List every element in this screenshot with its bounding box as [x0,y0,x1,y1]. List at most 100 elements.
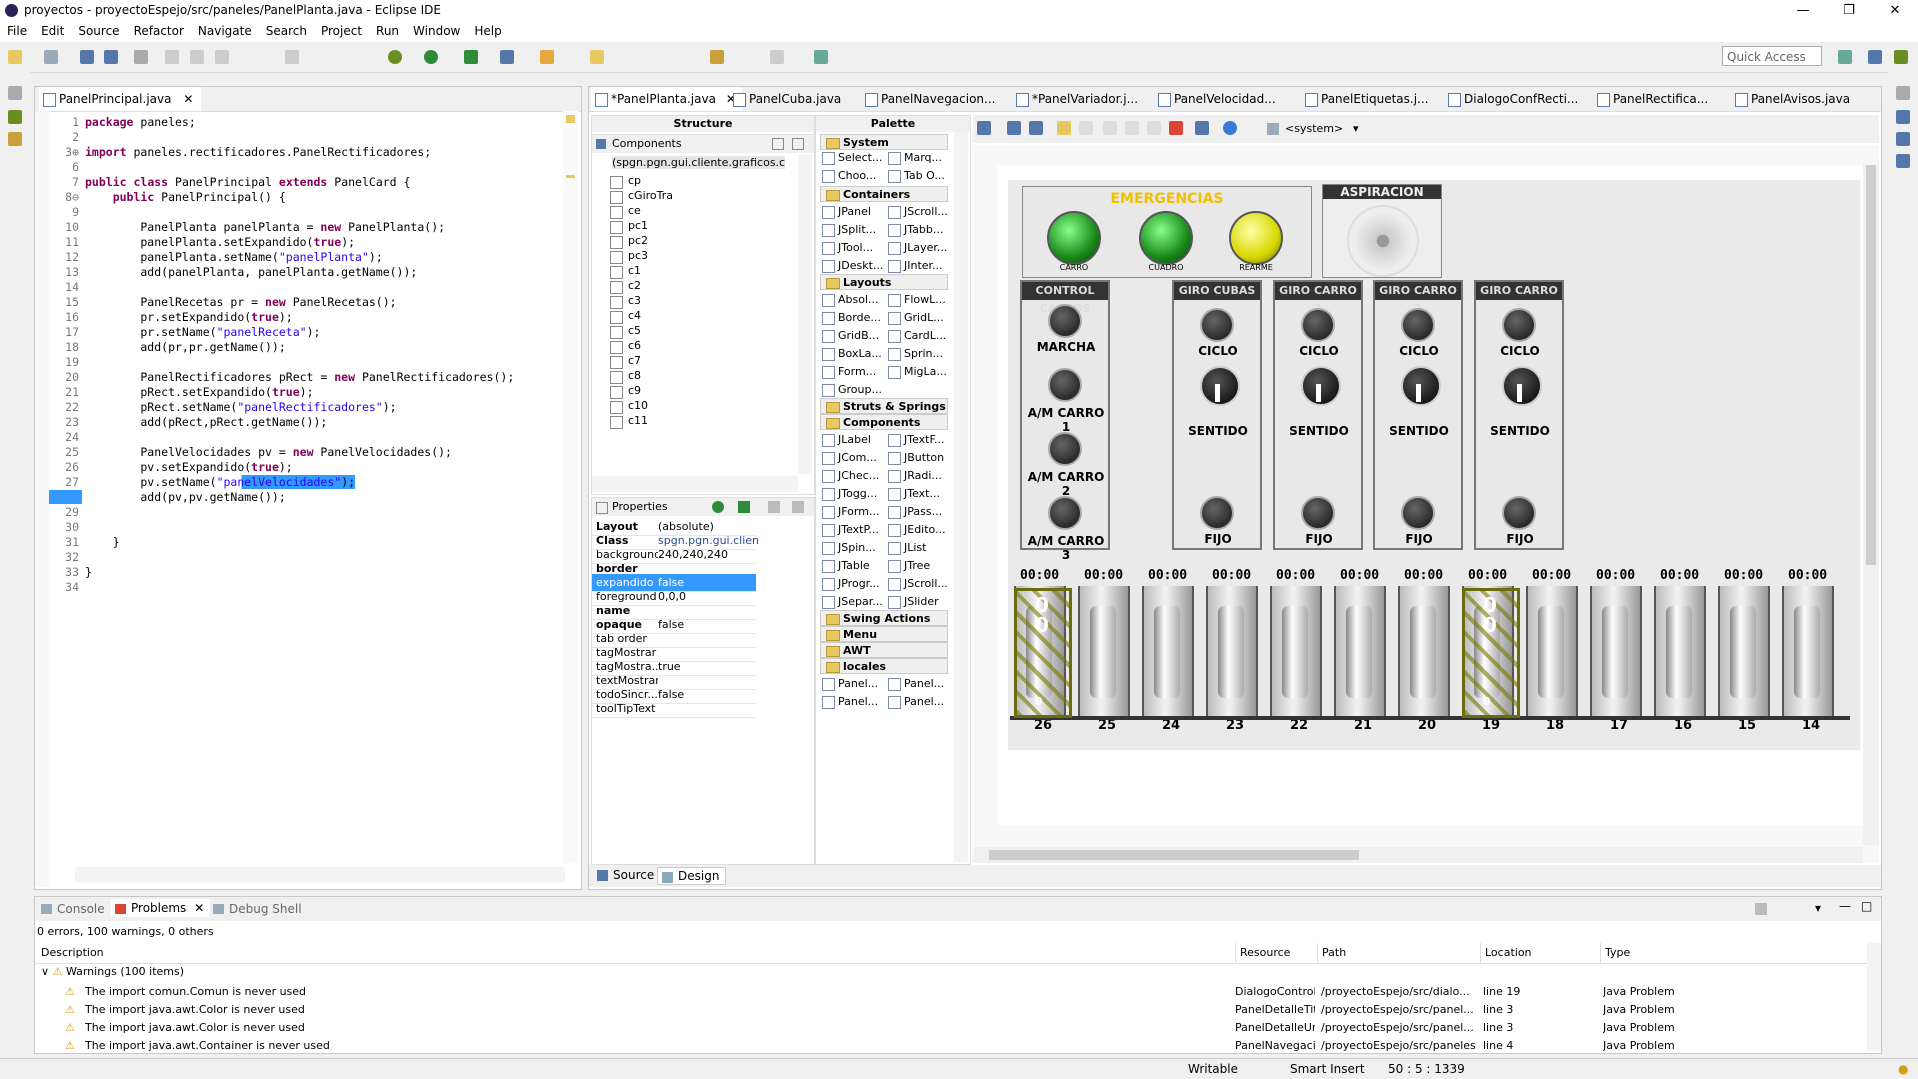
cuba-cell[interactable] [1718,586,1770,720]
menu-file[interactable]: File [0,22,34,40]
tab-panelvelocidad[interactable]: PanelVelocidad... [1154,87,1276,111]
menu-window[interactable]: Window [406,22,467,40]
code-line[interactable]: package paneles; [85,115,196,129]
copy-icon[interactable] [1125,121,1139,135]
open-perspective-icon[interactable] [1838,50,1852,64]
expressions-icon[interactable] [1896,154,1910,168]
menu-project[interactable]: Project [314,22,369,40]
run-icon[interactable] [424,50,438,64]
save-all-icon[interactable] [104,50,118,64]
palette-item[interactable]: Absol... [820,292,888,308]
palette-item[interactable]: CardL... [886,328,954,344]
palette-item[interactable]: JCom... [820,450,888,466]
sentido-switch-icon[interactable] [1502,366,1542,406]
marcha-knob-icon[interactable] [1048,304,1082,338]
palette-category[interactable]: Containers [820,186,948,202]
palette-item[interactable]: Panel... [886,694,954,710]
reparse-icon[interactable] [1029,121,1043,135]
sentido-switch-icon[interactable] [1301,366,1341,406]
carro-light-icon[interactable] [1047,211,1101,265]
show-events-icon[interactable] [712,501,724,513]
palette-item[interactable]: JProgr... [820,576,888,592]
palette-category[interactable]: System [820,134,948,150]
palette-item[interactable]: JInter... [886,258,954,274]
giro-column[interactable]: GIRO CARRO 1 CICLO SENTIDO FIJO [1474,280,1564,550]
palette-item[interactable]: GridB... [820,328,888,344]
code-line[interactable]: pRect.setExpandido(true); [85,385,313,399]
palette-item[interactable]: JSepar... [820,594,888,610]
properties-dialog-icon[interactable] [1195,121,1209,135]
cuba-cell[interactable] [1782,586,1834,720]
filter-icon[interactable] [1755,903,1767,915]
palette-item[interactable]: JButton [886,450,954,466]
palette-item[interactable]: JDeskt... [820,258,888,274]
problem-row[interactable]: ⚠ The import java.awt.Container is never … [35,1037,1865,1055]
package-explorer-icon[interactable] [8,132,22,146]
palette-item[interactable]: JPass... [886,504,954,520]
tree-item[interactable]: pc2 [609,234,648,249]
tab-panelcuba[interactable]: PanelCuba.java [729,87,841,111]
palette-item[interactable]: JChec... [820,468,888,484]
code-line[interactable]: public class PanelPrincipal extends Pane… [85,175,410,189]
view-menu-icon[interactable]: ▾ [1815,901,1821,915]
palette-item[interactable]: JLabel [820,432,888,448]
cuba-cell[interactable] [1142,586,1194,720]
warnings-group[interactable]: ∨ ⚠ Warnings (100 items) [41,965,184,978]
horizontal-scrollbar[interactable] [75,867,565,883]
forward-icon[interactable] [770,50,784,64]
palette-item[interactable]: JTabb... [886,222,954,238]
cuba-cell[interactable] [1206,586,1258,720]
tab-panelavisos[interactable]: PanelAvisos.java [1731,87,1850,111]
tab-panelrectifica[interactable]: PanelRectifica... [1593,87,1708,111]
cuba-cell[interactable] [1270,586,1322,720]
palette-item[interactable]: GridL... [886,310,954,326]
code-line[interactable]: pr.setName("panelReceta"); [85,325,320,339]
design-tab[interactable]: Design [657,867,727,885]
pin-editor-icon[interactable] [814,50,828,64]
code-line[interactable]: PanelRecetas pr = new PanelRecetas(); [85,295,396,309]
fijo-knob-icon[interactable] [1401,496,1435,530]
status-lightbulb-icon[interactable]: ● [1898,1059,1908,1079]
goto-definition-icon[interactable] [738,501,750,513]
code-line[interactable]: add(pRect,pRect.getName()); [85,415,327,429]
cuadro-light-icon[interactable] [1139,211,1193,265]
back-icon[interactable] [710,50,724,64]
coverage-icon[interactable] [464,50,478,64]
tree-root[interactable]: (spgn.pgn.gui.cliente.graficos.c [612,156,786,169]
breakpoints-icon[interactable] [1896,132,1910,146]
carro-trolley-icon[interactable]: 000 [1014,588,1072,718]
paste-icon[interactable] [1147,121,1161,135]
cuba-cell[interactable] [1654,586,1706,720]
show-advanced-icon[interactable] [768,501,780,513]
expand-all-icon[interactable] [772,138,784,150]
restore-icon[interactable] [8,86,22,100]
suspend-icon[interactable] [190,50,204,64]
palette-item[interactable]: MigLa... [886,364,954,380]
tree-item[interactable]: cGiroTra [609,189,673,204]
palette-item[interactable]: JList [886,540,954,556]
menu-run[interactable]: Run [369,22,406,40]
new-icon[interactable] [8,50,22,64]
palette-item[interactable]: JSlider [886,594,954,610]
am-carro1-knob-icon[interactable] [1048,368,1082,402]
look-and-feel-icon[interactable] [1223,121,1237,135]
ciclo-knob-icon[interactable] [1502,308,1536,342]
tree-item[interactable]: c10 [609,399,648,414]
tree-item[interactable]: ce [610,204,641,219]
tree-item[interactable]: pc1 [609,219,648,234]
tree-item[interactable]: pc3 [609,249,648,264]
palette-item[interactable]: JSplit... [820,222,888,238]
code-area[interactable]: 1 package paneles; 2 3⊕ import paneles.recti… [49,115,559,855]
problem-row[interactable]: ⚠ The import java.awt.Color is never used… [35,1019,1865,1037]
java-perspective-icon[interactable] [1868,50,1882,64]
menu-navigate[interactable]: Navigate [191,22,259,40]
palette-item[interactable]: JForm... [820,504,888,520]
code-line[interactable]: PanelRectificadores pRect = new PanelRec… [85,370,514,384]
problems-scrollbar[interactable] [1867,943,1881,1051]
palette-item[interactable]: Group... [820,382,888,398]
palette-item[interactable]: JEdito... [886,522,954,538]
palette-item[interactable]: JPanel [820,204,888,220]
ciclo-knob-icon[interactable] [1200,308,1234,342]
quick-access-input[interactable]: Quick Access [1722,46,1822,66]
tree-item[interactable]: c9 [609,384,641,399]
